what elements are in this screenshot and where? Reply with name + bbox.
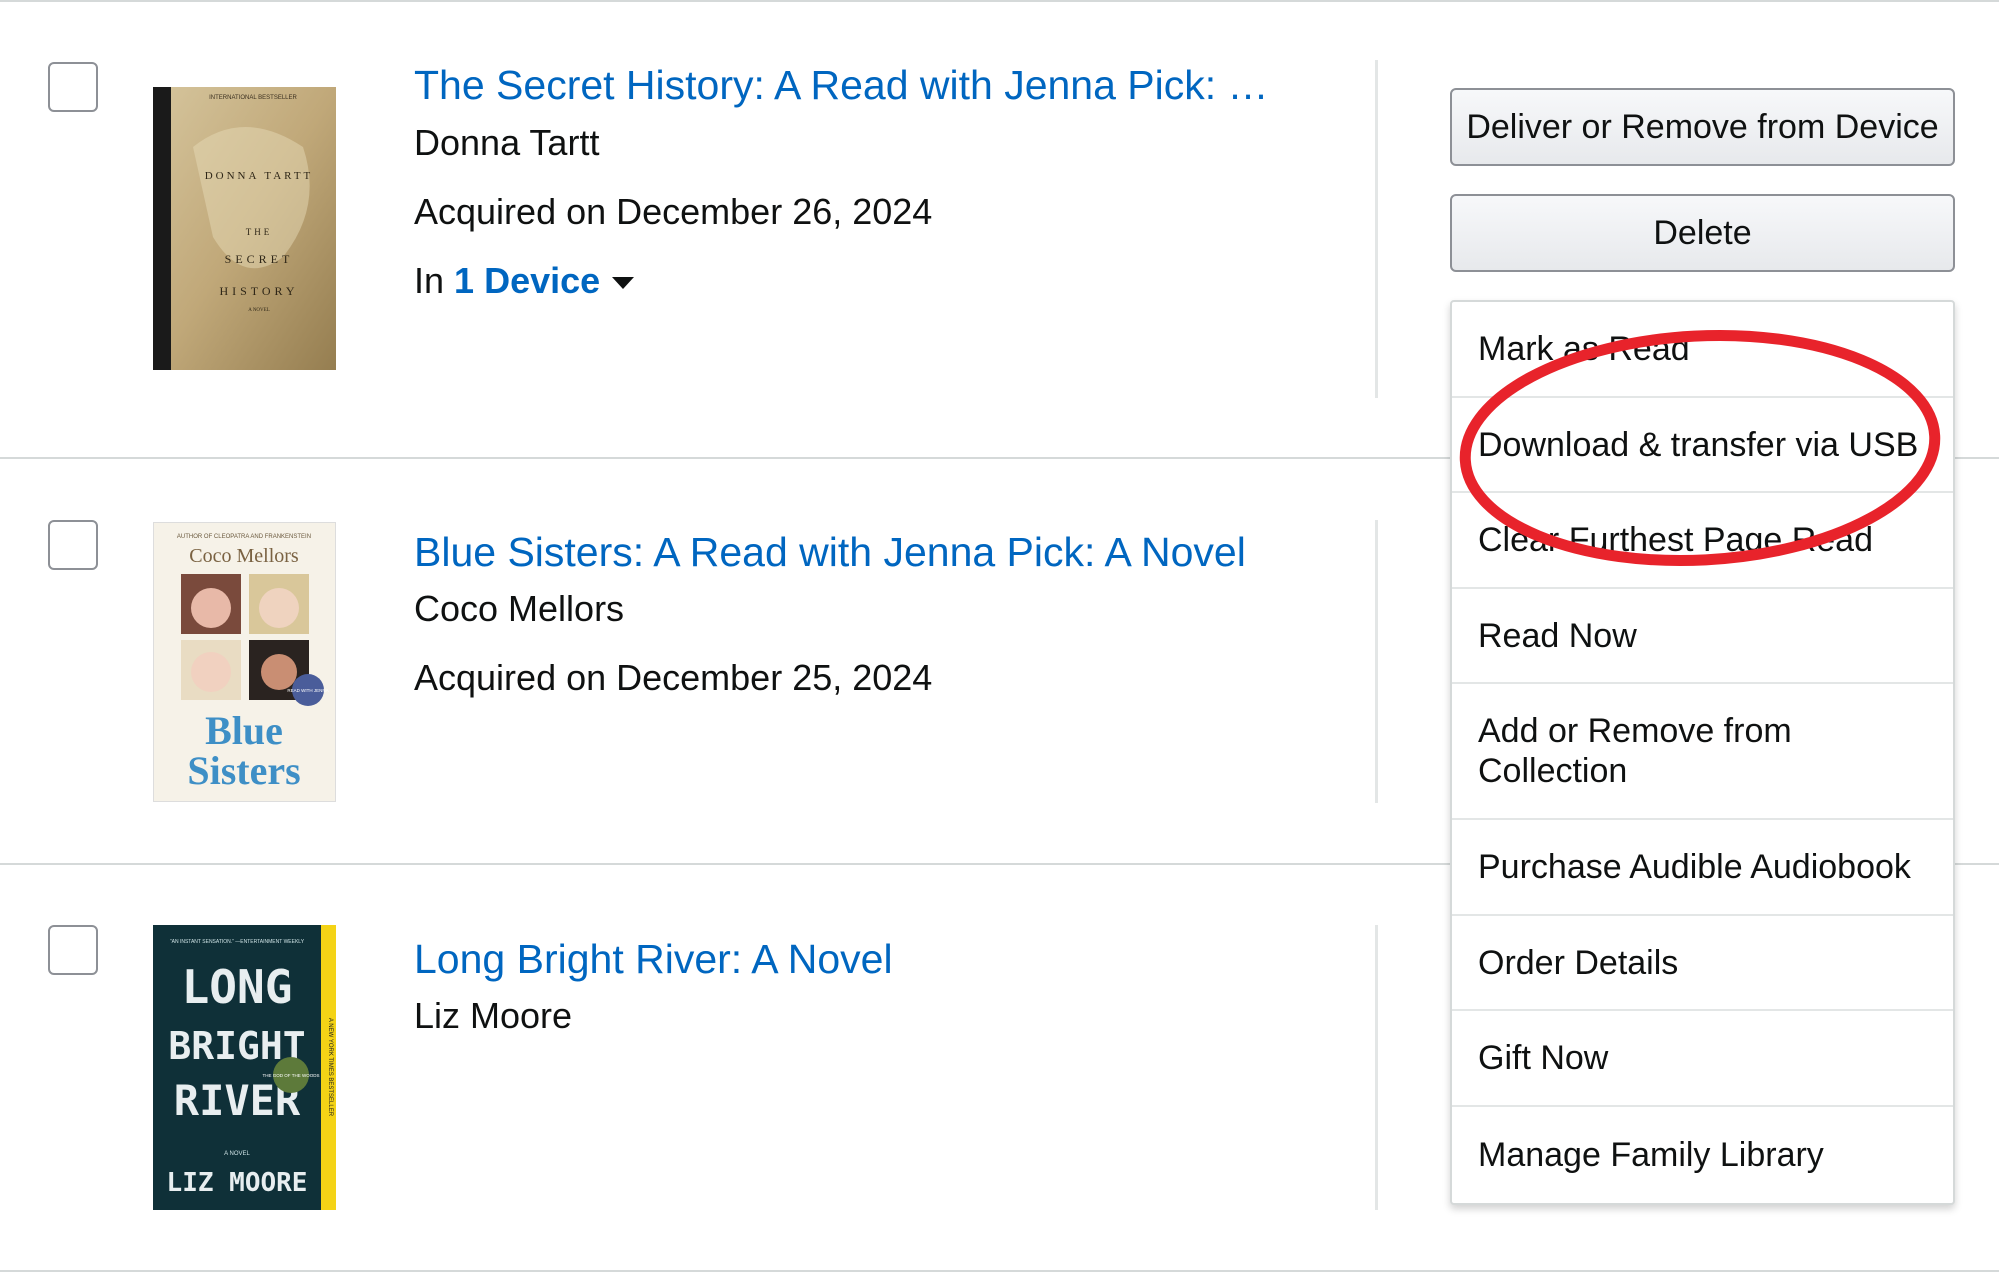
menu-item-manage-family-library[interactable]: Manage Family Library — [1452, 1107, 1953, 1203]
menu-item-order-details[interactable]: Order Details — [1452, 916, 1953, 1011]
cover-spine — [153, 87, 171, 370]
cover-subtitle: A NOVEL — [248, 308, 270, 313]
book-author: Liz Moore — [414, 995, 573, 1036]
cover-badge: THE GOD OF THE WOODS — [263, 1073, 320, 1078]
column-separator — [1375, 520, 1378, 803]
select-checkbox[interactable] — [48, 520, 98, 570]
cover-title-line: HISTORY — [219, 284, 298, 298]
cover-title-line: Sisters — [187, 748, 300, 793]
row-divider — [0, 1270, 1999, 1272]
select-checkbox[interactable] — [48, 62, 98, 112]
cover-subtitle: A NOVEL — [224, 1151, 250, 1157]
menu-item-download-transfer-usb[interactable]: Download & transfer via USB — [1452, 398, 1953, 493]
book-cover[interactable]: AUTHOR OF CLEOPATRA AND FRANKENSTEIN Coc… — [153, 522, 336, 802]
book-author: Donna Tartt — [414, 122, 600, 163]
deliver-or-remove-button[interactable]: Deliver or Remove from Device — [1450, 88, 1955, 166]
cover-top-label: INTERNATIONAL BESTSELLER — [209, 95, 297, 101]
caret-down-icon — [612, 277, 635, 290]
cover-side-text: A NEW YORK TIMES BESTSELLER — [327, 1018, 333, 1117]
cover-title-line: Blue — [205, 708, 283, 753]
cover-top-label: “AN INSTANT SENSATION.” —ENTERTAINMENT W… — [170, 939, 305, 945]
cover-author-text: DONNA TARTT — [205, 170, 314, 182]
cover-top-label: AUTHOR OF CLEOPATRA AND FRANKENSTEIN — [177, 534, 311, 540]
menu-item-purchase-audible[interactable]: Purchase Audible Audiobook — [1452, 820, 1953, 916]
delete-button[interactable]: Delete — [1450, 194, 1955, 272]
cover-badge: READ WITH JENNA — [287, 688, 328, 693]
acquired-date: Acquired on December 25, 2024 — [414, 657, 933, 698]
device-dropdown-link[interactable]: 1 Device — [454, 260, 635, 301]
cover-author-text: Coco Mellors — [189, 545, 299, 567]
book-title-link[interactable]: The Secret History: A Read with Jenna Pi… — [414, 62, 1269, 109]
column-separator — [1375, 925, 1378, 1210]
cover-title-line: SECRET — [225, 252, 294, 266]
more-actions-menu: Mark as Read Download & transfer via USB… — [1450, 300, 1955, 1205]
cover-title-line: THE — [246, 227, 273, 237]
device-prefix: In — [414, 260, 445, 301]
menu-item-add-remove-collection[interactable]: Add or Remove from Collection — [1452, 684, 1953, 820]
column-separator — [1375, 60, 1378, 398]
select-checkbox[interactable] — [48, 925, 98, 975]
menu-item-gift-now[interactable]: Gift Now — [1452, 1011, 1953, 1107]
row-divider — [0, 0, 1999, 2]
menu-item-clear-furthest-page[interactable]: Clear Furthest Page Read — [1452, 493, 1953, 589]
cover-author-text: LIZ MOORE — [167, 1168, 308, 1198]
device-link-label: 1 Device — [454, 260, 601, 301]
book-title-link[interactable]: Blue Sisters: A Read with Jenna Pick: A … — [414, 529, 1246, 576]
device-count-line: In 1 Device — [414, 260, 635, 302]
book-author: Coco Mellors — [414, 588, 625, 629]
menu-item-mark-as-read[interactable]: Mark as Read — [1452, 302, 1953, 398]
menu-item-read-now[interactable]: Read Now — [1452, 589, 1953, 684]
cover-title-line: LONG — [182, 960, 293, 1014]
acquired-date: Acquired on December 26, 2024 — [414, 191, 933, 232]
book-cover[interactable]: “AN INSTANT SENSATION.” —ENTERTAINMENT W… — [153, 925, 336, 1210]
book-title-link[interactable]: Long Bright River: A Novel — [414, 936, 893, 983]
book-cover[interactable]: INTERNATIONAL BESTSELLER DONNA TARTT THE… — [153, 87, 336, 370]
